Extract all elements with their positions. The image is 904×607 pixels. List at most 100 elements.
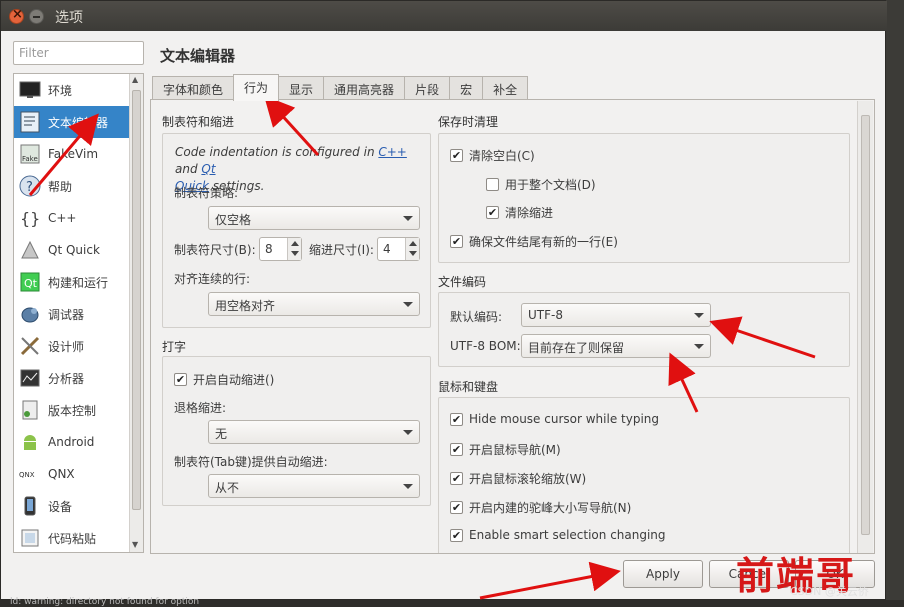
- panel-scrollbar[interactable]: [857, 101, 873, 553]
- chevron-down-icon: [403, 216, 413, 221]
- arrow-up-icon[interactable]: [409, 241, 417, 246]
- qnx-icon: QNX: [18, 462, 42, 486]
- tab-display[interactable]: 显示: [278, 76, 325, 101]
- tab-fonts-colors[interactable]: 字体和颜色: [152, 76, 235, 101]
- sidebar-item-label: QNX: [48, 467, 75, 481]
- tab-size-stepper[interactable]: 8: [259, 237, 302, 261]
- group-title-encoding: 文件编码: [438, 275, 487, 289]
- mouse-navigation-checkbox[interactable]: ✔ 开启鼠标导航(M): [450, 441, 561, 458]
- hide-cursor-checkbox[interactable]: ✔ Hide mouse cursor while typing: [450, 412, 659, 426]
- sidebar-item-build-run[interactable]: Qt 构建和运行: [14, 266, 130, 298]
- tab-completion[interactable]: 补全: [482, 76, 529, 101]
- checkbox-check-icon: ✔: [174, 373, 187, 386]
- sidebar-item-analyzer[interactable]: 分析器: [14, 362, 130, 394]
- default-encoding-select[interactable]: UTF-8: [521, 303, 711, 327]
- terminal-strip: ld: warning: directory not found for opt…: [0, 597, 904, 607]
- sidebar-item-android[interactable]: Android: [14, 426, 130, 458]
- sidebar-item-cpp[interactable]: {} C++: [14, 202, 130, 234]
- sidebar-item-devices[interactable]: 设备: [14, 490, 130, 522]
- tab-policy-select[interactable]: 仅空格: [208, 206, 420, 230]
- behavior-panel: 制表符和缩进 Code indentation is configured in…: [150, 99, 875, 554]
- tab-size-label: 制表符尺寸(B):: [174, 243, 256, 257]
- arrow-down-icon[interactable]: [409, 251, 417, 256]
- page-title: 文本编辑器: [160, 47, 236, 65]
- sidebar-item-codepaster[interactable]: 代码粘贴: [14, 522, 130, 552]
- scroll-down-icon[interactable]: ▼: [132, 540, 138, 549]
- checkbox-check-icon: ✔: [450, 149, 463, 162]
- utf8-bom-select[interactable]: 目前存在了则保留: [521, 334, 711, 358]
- arrow-down-icon[interactable]: [291, 251, 299, 256]
- sidebar-item-designer[interactable]: 设计师: [14, 330, 130, 362]
- stepper-buttons[interactable]: [405, 238, 419, 260]
- align-select[interactable]: 用空格对齐: [208, 292, 420, 316]
- indent-size-label: 缩进尺寸(I):: [309, 243, 374, 257]
- chevron-down-icon: [694, 344, 704, 349]
- tab-behavior[interactable]: 行为: [233, 74, 280, 101]
- camelcase-navigation-checkbox[interactable]: ✔ 开启内建的驼峰大小写导航(N): [450, 499, 631, 516]
- tab-key-indent-select[interactable]: 从不: [208, 474, 420, 498]
- sidebar-item-label: 环境: [48, 83, 73, 98]
- sidebar-item-text-editor[interactable]: 文本编辑器: [14, 106, 130, 138]
- sidebar-item-fakevim[interactable]: Fake FakeVim: [14, 138, 130, 170]
- backspace-indent-select[interactable]: 无: [208, 420, 420, 444]
- scroll-up-icon[interactable]: ▲: [132, 75, 138, 84]
- checkbox-check-icon: ✔: [450, 412, 463, 426]
- sidebar-item-label: 代码粘贴: [48, 531, 97, 546]
- filter-input[interactable]: Filter: [13, 41, 144, 65]
- entire-document-checkbox[interactable]: 用于整个文档(D): [486, 176, 596, 193]
- help-icon: ?: [18, 174, 42, 198]
- sidebar-item-environment[interactable]: 环境: [14, 74, 130, 106]
- group-title-mouse-keyboard: 鼠标和键盘: [438, 380, 499, 394]
- smart-selection-checkbox[interactable]: ✔ Enable smart selection changing: [450, 528, 666, 542]
- braces-icon: {}: [18, 206, 42, 230]
- device-icon: [18, 494, 42, 518]
- chevron-down-icon: [403, 302, 413, 307]
- ensure-newline-checkbox[interactable]: ✔ 确保文件结尾有新的一行(E): [450, 233, 618, 250]
- backspace-indent-label: 退格缩进:: [174, 401, 227, 415]
- sidebar-item-label: FakeVim: [48, 147, 99, 161]
- sidebar-item-label: 文本编辑器: [48, 115, 109, 130]
- scrollbar-thumb[interactable]: [861, 115, 870, 535]
- wheel-zoom-checkbox[interactable]: ✔ 开启鼠标滚轮缩放(W): [450, 470, 586, 487]
- sidebar-item-label: Qt Quick: [48, 243, 100, 257]
- checkbox-check-icon: ✔: [486, 206, 499, 219]
- sidebar-item-label: 设计师: [48, 339, 85, 354]
- utf8-bom-label: UTF-8 BOM:: [450, 339, 521, 353]
- sidebar-item-debugger[interactable]: 调试器: [14, 298, 130, 330]
- window-title: 选项: [55, 10, 83, 26]
- svg-text:Qt: Qt: [24, 277, 38, 290]
- sidebar-item-version-control[interactable]: 版本控制: [14, 394, 130, 426]
- scrollbar-thumb[interactable]: [132, 90, 141, 510]
- fakevim-icon: Fake: [18, 142, 42, 166]
- stepper-buttons[interactable]: [287, 238, 301, 260]
- close-icon[interactable]: [9, 7, 24, 24]
- default-encoding-label: 默认编码:: [450, 310, 503, 324]
- sidebar-item-label: 版本控制: [48, 403, 97, 418]
- arrow-up-icon[interactable]: [291, 241, 299, 246]
- tab-snippets[interactable]: 片段: [404, 76, 451, 101]
- sidebar-item-qnx[interactable]: QNX QNX: [14, 458, 130, 490]
- checkbox-check-icon: ✔: [450, 235, 463, 248]
- minimize-icon[interactable]: [29, 9, 44, 24]
- sidebar-item-label: Android: [48, 435, 95, 449]
- sidebar-item-help[interactable]: ? 帮助: [14, 170, 130, 202]
- sidebar-item-label: 帮助: [48, 179, 73, 194]
- qt-link[interactable]: Qt: [201, 162, 215, 176]
- cpp-link[interactable]: C++: [378, 145, 407, 159]
- terminal-text: ld: warning: directory not found for opt…: [10, 597, 200, 607]
- tab-generic-highlighter[interactable]: 通用高亮器: [323, 76, 406, 101]
- sidebar-scrollbar[interactable]: ▲ ▼: [129, 74, 143, 552]
- auto-indent-checkbox[interactable]: ✔ 开启自动缩进(): [174, 371, 274, 388]
- chevron-down-icon: [403, 430, 413, 435]
- checkbox-check-icon: ✔: [450, 501, 463, 514]
- sidebar-item-qtquick[interactable]: Qt Quick: [14, 234, 130, 266]
- debugger-icon: [18, 302, 42, 326]
- indent-size-stepper[interactable]: 4: [377, 237, 420, 261]
- tabs-indent-group: Code indentation is configured in C++ an…: [162, 133, 431, 328]
- clean-indent-checkbox[interactable]: ✔ 清除缩进: [486, 204, 553, 221]
- tab-macros[interactable]: 宏: [449, 76, 484, 101]
- build-run-icon: Qt: [18, 270, 42, 294]
- clean-whitespace-checkbox[interactable]: ✔ 清除空白(C): [450, 147, 535, 164]
- apply-button[interactable]: Apply: [623, 560, 703, 588]
- svg-text:QNX: QNX: [19, 471, 35, 479]
